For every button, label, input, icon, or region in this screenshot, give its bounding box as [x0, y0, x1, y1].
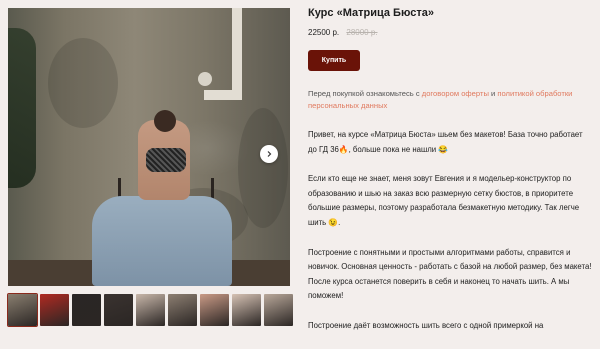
- model-jeans: [92, 196, 232, 286]
- model-head: [154, 110, 176, 132]
- offer-link[interactable]: договором оферты: [422, 89, 489, 98]
- wall-texture: [238, 108, 288, 228]
- wall-texture: [48, 38, 118, 128]
- current-price: 22500 р.: [308, 28, 340, 37]
- chevron-right-icon: [267, 151, 272, 157]
- model-lace-top: [146, 148, 186, 172]
- consent-text: Перед покупкой ознакомьтесь с договором …: [308, 88, 578, 112]
- gallery-thumbnail[interactable]: [168, 294, 197, 326]
- gallery-thumbnail[interactable]: [264, 294, 293, 326]
- wall-pipe: [204, 90, 242, 100]
- wall-pipe: [232, 8, 242, 98]
- product-gallery: [7, 8, 293, 327]
- consent-prefix: Перед покупкой ознакомьтесь с: [308, 89, 422, 98]
- main-product-photo[interactable]: [8, 8, 290, 286]
- plant-decoration: [8, 28, 36, 188]
- description-paragraph: Если кто еще не знает, меня зовут Евгени…: [308, 174, 580, 227]
- old-price: 28000 р.: [346, 28, 378, 37]
- product-title: Курс «Матрица Бюста»: [308, 7, 434, 19]
- gallery-thumbnail[interactable]: [40, 294, 69, 326]
- description-paragraph: Построение даёт возможность шить всего с…: [308, 320, 544, 330]
- product-description: Привет, на курсе «Матрица Бюста» шьем бе…: [308, 128, 592, 349]
- description-paragraph: Построение с понятными и простыми алгори…: [308, 247, 592, 301]
- gallery-next-button[interactable]: [260, 145, 278, 163]
- pipe-valve: [198, 72, 212, 86]
- gallery-thumbnail[interactable]: [136, 294, 165, 326]
- description-paragraph: Привет, на курсе «Матрица Бюста» шьем бе…: [308, 130, 583, 154]
- gallery-thumbnail[interactable]: [7, 293, 38, 327]
- price-row: 22500 р. 28000 р.: [308, 28, 378, 37]
- gallery-thumbnails: [7, 293, 293, 327]
- gallery-thumbnail[interactable]: [232, 294, 261, 326]
- gallery-thumbnail[interactable]: [104, 294, 133, 326]
- gallery-thumbnail[interactable]: [72, 294, 101, 326]
- gallery-thumbnail[interactable]: [200, 294, 229, 326]
- buy-button[interactable]: Купить: [308, 50, 360, 71]
